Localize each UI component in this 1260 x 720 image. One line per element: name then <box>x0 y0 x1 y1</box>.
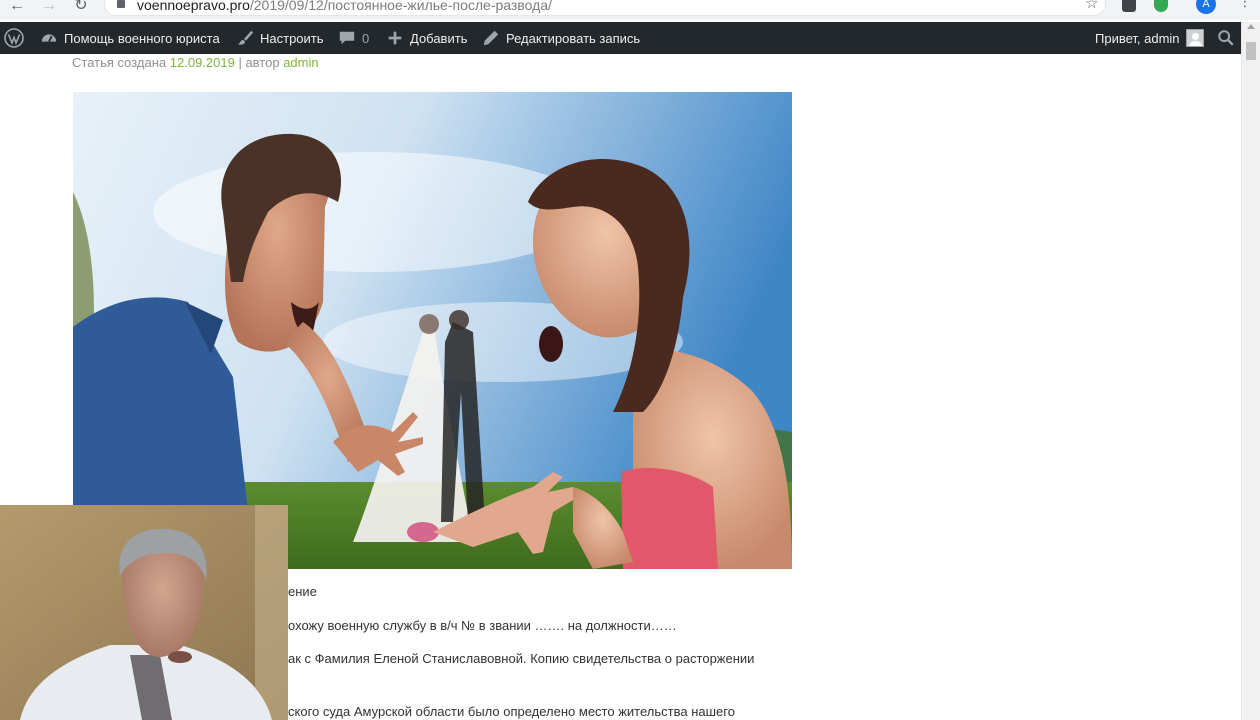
author-link[interactable]: admin <box>283 55 318 70</box>
post-date-link[interactable]: 12.09.2019 <box>170 55 235 70</box>
webcam-presenter-illustration <box>0 505 288 720</box>
scroll-thumb[interactable] <box>1246 42 1256 60</box>
url-text[interactable]: voennoepravo.pro/2019/09/12/постоянное-ж… <box>137 0 552 13</box>
plus-icon <box>388 31 402 45</box>
browser-toolbar: ← → ↻ voennoepravo.pro/2019/09/12/постоя… <box>0 0 1260 20</box>
comments-count: 0 <box>362 30 370 46</box>
page-scrollbar[interactable] <box>1241 22 1260 720</box>
wp-admin-bar: Помощь военного юриста Настроить 0 Добав… <box>0 22 1241 54</box>
site-name-menu[interactable]: Помощь военного юриста <box>40 22 220 54</box>
comments-menu[interactable]: 0 <box>338 22 369 54</box>
reload-icon[interactable]: ↻ <box>72 0 90 14</box>
admin-bar-search[interactable] <box>1217 22 1241 54</box>
article-line-2: охожу военную службу в в/ч № в звании ……… <box>288 618 677 633</box>
article-line-3: ак с Фамилия Еленой Станиславовной. Копи… <box>288 651 755 666</box>
wordpress-logo-icon <box>4 28 24 48</box>
customize-label: Настроить <box>260 30 324 46</box>
edit-post-label: Редактировать запись <box>506 30 641 46</box>
url-path: /2019/09/12/постоянное-жилье-после-разво… <box>249 0 552 13</box>
bookmark-star-icon[interactable]: ☆ <box>1085 0 1098 11</box>
extension-cube-icon[interactable] <box>1122 0 1136 12</box>
post-meta: Статья создана 12.09.2019 | автор admin <box>72 55 319 70</box>
add-new-menu[interactable]: Добавить <box>386 22 467 54</box>
add-new-label: Добавить <box>410 30 468 46</box>
featured-image <box>73 92 792 569</box>
featured-image-illustration <box>73 92 792 569</box>
my-account-menu[interactable]: Привет, admin <box>1095 22 1204 54</box>
meta-prefix: Статья создана <box>72 55 170 70</box>
forward-arrow-icon[interactable]: → <box>40 0 58 14</box>
site-name-label: Помощь военного юриста <box>64 30 220 46</box>
back-arrow-icon[interactable]: ← <box>8 0 26 14</box>
avatar <box>1185 29 1204 47</box>
article-line-4: ского суда Амурской области было определ… <box>288 704 735 719</box>
customize-menu[interactable]: Настроить <box>236 22 324 54</box>
article-line-1: ение <box>288 584 317 599</box>
search-icon <box>1218 30 1234 46</box>
paintbrush-icon <box>237 30 254 45</box>
url-domain: voennoepravo.pro <box>137 0 250 13</box>
dashboard-gauge-icon <box>41 34 57 43</box>
meta-separator: | автор <box>234 55 284 70</box>
edit-post-menu[interactable]: Редактировать запись <box>482 22 640 54</box>
extension-shield-icon[interactable] <box>1154 0 1168 12</box>
address-bar[interactable]: voennoepravo.pro/2019/09/12/постоянное-ж… <box>104 0 1106 16</box>
comment-bubble-icon <box>339 31 355 45</box>
profile-avatar[interactable]: A <box>1196 0 1216 14</box>
greeting-label: Привет, admin <box>1095 30 1180 46</box>
browser-menu-icon[interactable]: ⋮ <box>1238 0 1252 14</box>
wp-logo-menu[interactable] <box>4 22 30 54</box>
webcam-overlay <box>0 505 288 720</box>
scroll-up-arrow-icon[interactable] <box>1247 24 1255 29</box>
lock-icon <box>117 0 125 8</box>
pencil-icon <box>483 30 499 46</box>
